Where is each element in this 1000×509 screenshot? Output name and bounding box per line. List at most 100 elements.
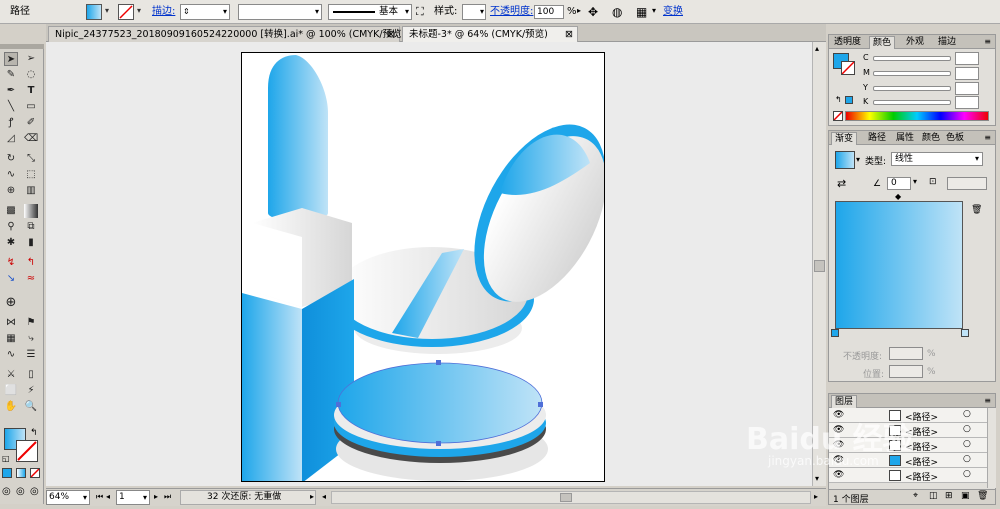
draw-behind-icon[interactable]: ◎ (16, 486, 25, 497)
tab-transparency[interactable]: 透明度 (831, 36, 864, 49)
stroke-color-swatch[interactable] (16, 440, 38, 462)
color-mode-icon[interactable] (2, 468, 12, 478)
channel-m-slider[interactable] (873, 71, 951, 76)
visibility-icon[interactable]: 👁 (833, 410, 844, 420)
symbol-sprayer-tool-icon[interactable]: ✱ (4, 236, 18, 250)
swap-colors-icon[interactable]: ↰ (30, 428, 38, 438)
last-page-icon[interactable]: ⏭ (164, 492, 171, 502)
opacity-link[interactable]: 不透明度: (490, 0, 533, 24)
blue-connector-tool-icon[interactable]: ↘ (4, 272, 18, 286)
blob-brush-tool-icon[interactable]: ◿ (4, 132, 18, 146)
gradient-ramp[interactable] (835, 201, 963, 329)
channel-y-slider[interactable] (873, 86, 951, 91)
stop-position-input[interactable] (889, 365, 923, 378)
compact-lid[interactable] (337, 362, 543, 444)
tab-pathfinder[interactable]: 路径 (865, 132, 889, 145)
fill-dropdown-icon[interactable]: ▾ (103, 6, 111, 18)
reverse-gradient-icon[interactable]: ⇄ (837, 177, 846, 190)
delete-layer-icon[interactable]: 🗑 (977, 491, 988, 501)
gradient-mode-icon[interactable] (16, 468, 26, 478)
first-page-icon[interactable]: ⏮ (96, 492, 103, 502)
hscroll-left-icon[interactable]: ◂ (322, 492, 326, 501)
blend-tool-icon[interactable]: ⧉ (24, 220, 38, 234)
eyedropper-tool-icon[interactable]: ⚲ (4, 220, 18, 234)
none-mode-icon[interactable] (30, 468, 40, 478)
tab-stroke[interactable]: 描边 (935, 36, 959, 49)
layer-row[interactable]: 👁 <路径> ○ (829, 453, 987, 468)
color-stroke-swatch[interactable] (841, 61, 855, 75)
scale-tool-icon[interactable]: ⤡ (24, 152, 38, 166)
aspect-ratio-input[interactable] (947, 177, 987, 190)
align-icon[interactable]: ▦ (636, 4, 652, 20)
wave-tool-icon[interactable]: ∿ (4, 348, 18, 362)
layer-row[interactable]: 👁 <路径> ○ (829, 438, 987, 453)
knife-tool-icon[interactable]: ⚔ (4, 368, 18, 382)
gradient-stop-end[interactable] (961, 329, 969, 337)
isolate-group-icon[interactable]: ◍ (612, 4, 628, 20)
panel-menu-icon[interactable]: ≡ (984, 37, 991, 46)
tab-color-2[interactable]: 颜色 (919, 132, 943, 145)
zoom-select[interactable]: 64% ▾ (46, 490, 90, 505)
layer-row[interactable]: 👁 <路径> ○ (829, 423, 987, 438)
tab-appearance[interactable]: 外观 (903, 36, 927, 49)
graph-tool-icon[interactable]: ▯ (24, 368, 38, 382)
mesh-tool-icon[interactable]: ▩ (4, 204, 18, 218)
lipstick-case-front[interactable] (242, 293, 302, 482)
tab-layers[interactable]: 图层 (831, 395, 858, 408)
hscroll-right-icon[interactable]: ▸ (814, 492, 818, 501)
tab-swatches[interactable]: 色板 (943, 132, 967, 145)
status-menu-icon[interactable]: ▸ (310, 492, 314, 501)
scroll-thumb[interactable] (814, 260, 825, 272)
visibility-icon[interactable]: 👁 (833, 425, 844, 435)
canvas-area[interactable] (46, 42, 812, 486)
stroke-link[interactable]: 描边: (152, 0, 175, 24)
fill-swatch[interactable] (86, 4, 102, 20)
target-icon[interactable]: ○ (963, 469, 971, 479)
tab-document-nipic[interactable]: Nipic_24377523_20180909160524220000 [转换]… (48, 26, 405, 42)
slice-tool-icon[interactable]: ⚡ (24, 384, 38, 398)
channel-k-slider[interactable] (873, 100, 951, 105)
none-color-swatch[interactable] (833, 111, 843, 121)
paintbrush-tool-icon[interactable]: ꝭ (4, 116, 18, 130)
hand-tool-icon[interactable]: ✋ (4, 400, 18, 414)
tools-panel-grip[interactable] (0, 44, 44, 49)
anchor-point-bottom[interactable] (436, 441, 441, 446)
panel-menu-icon[interactable]: ≡ (984, 133, 991, 142)
visibility-icon[interactable]: 👁 (833, 440, 844, 450)
brush-definition[interactable]: 基本 ▾ (328, 4, 412, 20)
rotate-tool-icon[interactable]: ↻ (4, 152, 18, 166)
gradient-midpoint-icon[interactable]: ◆ (895, 192, 901, 201)
out-of-gamut-icon[interactable]: ↰ (835, 95, 842, 104)
graphic-style-swatch[interactable]: ▾ (462, 4, 486, 20)
perspective-grid-tool-icon[interactable]: ▥ (24, 184, 38, 198)
channel-c-slider[interactable] (873, 56, 951, 61)
red-wave-tool-icon[interactable]: ≈ (24, 272, 38, 286)
transform-link[interactable]: 变换 (663, 0, 683, 24)
anchor-point-right[interactable] (538, 402, 543, 407)
tab-attributes[interactable]: 属性 (893, 132, 917, 145)
new-layer-icon[interactable]: ▣ (961, 491, 970, 501)
layer-row[interactable]: 👁 <路径> ○ (829, 408, 987, 423)
gamut-swatch[interactable] (845, 96, 853, 104)
connector-tool-icon[interactable]: ⤷ (24, 332, 38, 346)
draw-inside-icon[interactable]: ◎ (30, 486, 39, 497)
visibility-icon[interactable]: 👁 (833, 470, 844, 480)
target-icon[interactable]: ○ (963, 424, 971, 434)
draw-normal-icon[interactable]: ◎ (2, 486, 11, 497)
anchor-point-top[interactable] (436, 360, 441, 365)
scroll-up-icon[interactable]: ▴ (815, 44, 819, 53)
channel-k-input[interactable] (955, 96, 979, 109)
gradient-preview-swatch[interactable] (835, 151, 855, 169)
angle-dropdown-icon[interactable]: ▾ (913, 177, 917, 186)
stroke-weight-input[interactable]: ⇕ ▾ (180, 4, 230, 20)
type-tool-icon[interactable]: T (24, 84, 38, 98)
angle-input[interactable]: 0 (887, 177, 911, 190)
column-graph-tool-icon[interactable]: ▮ (24, 236, 38, 250)
opacity-input[interactable]: 100 (534, 5, 564, 19)
gradient-tool-icon[interactable] (24, 204, 38, 218)
tab-color[interactable]: 颜色 (869, 36, 896, 49)
gradient-stop-start[interactable] (831, 329, 839, 337)
anchor-point-left[interactable] (336, 402, 341, 407)
selection-tool-icon[interactable]: ➤ (4, 52, 18, 66)
visibility-icon[interactable]: 👁 (833, 455, 844, 465)
